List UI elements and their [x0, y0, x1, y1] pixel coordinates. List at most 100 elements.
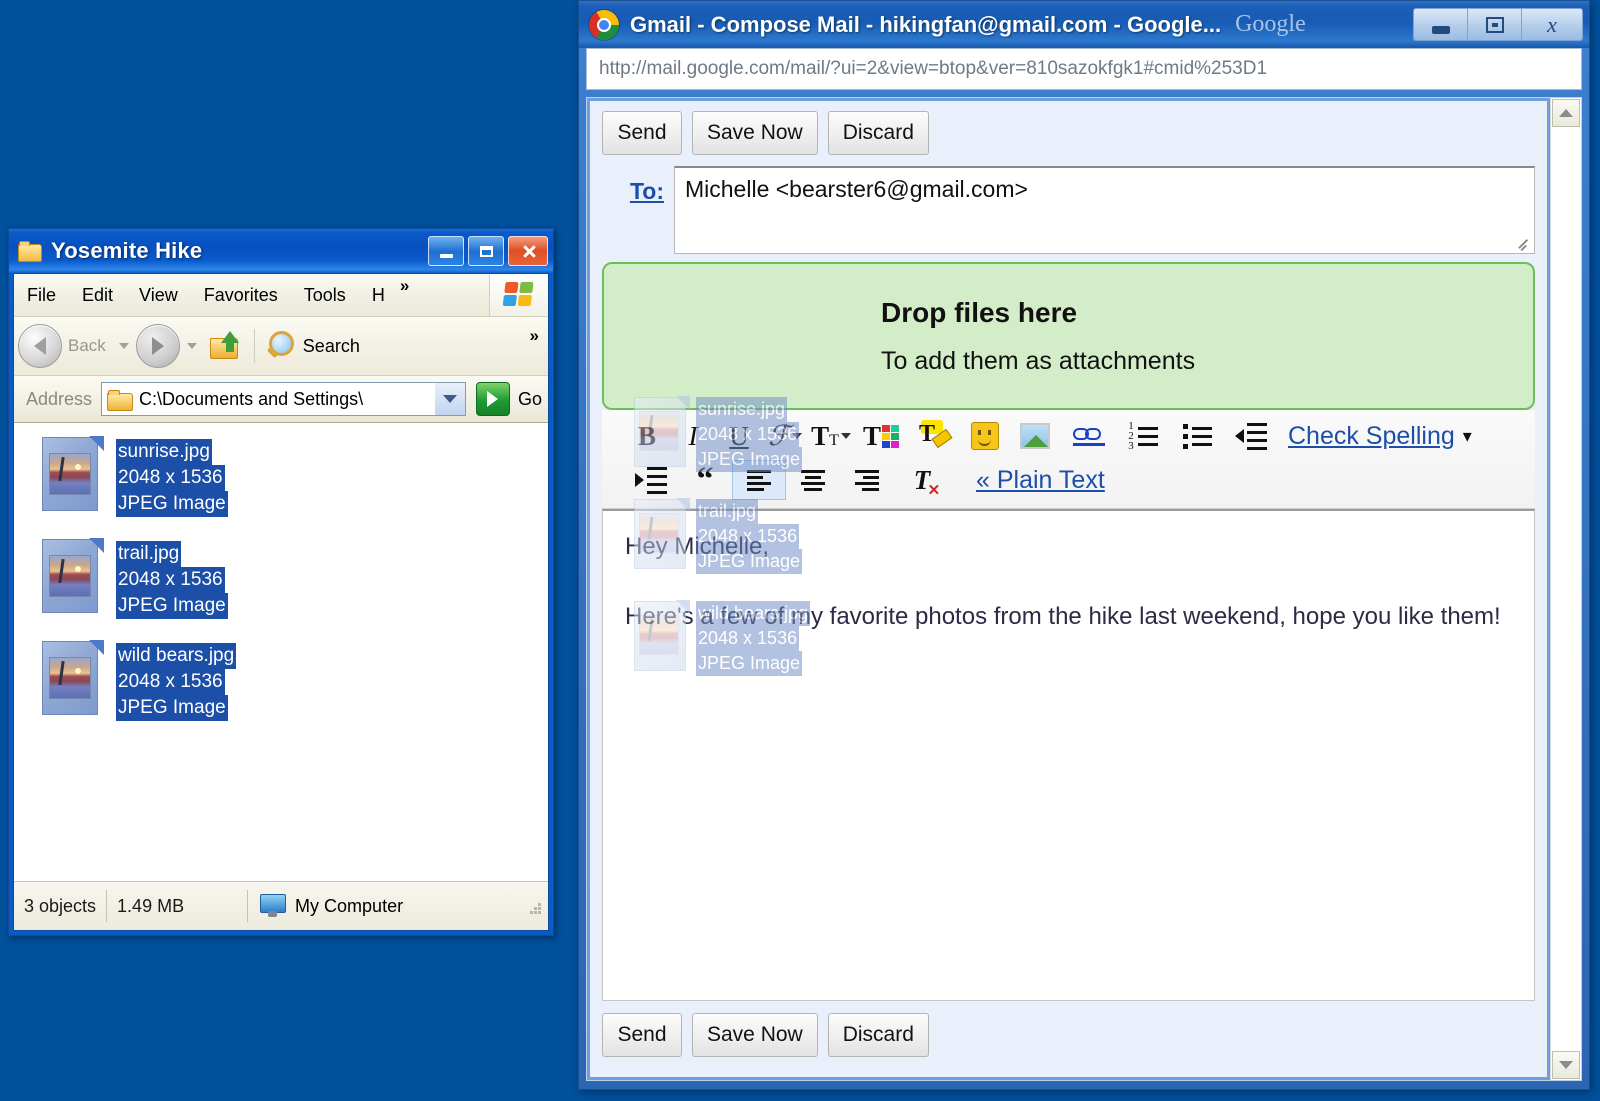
url-bar[interactable]: http://mail.google.com/mail/?ui=2&view=b…: [586, 48, 1582, 90]
browser-window[interactable]: Gmail - Compose Mail - hikingfan@gmail.c…: [578, 0, 1590, 1090]
status-bar: 3 objects 1.49 MB My Computer: [14, 881, 548, 930]
file-dimensions: 2048 x 1536: [116, 567, 225, 593]
file-labels: wild bears.jpg 2048 x 1536 JPEG Image: [116, 639, 237, 721]
close-button[interactable]: [508, 236, 548, 266]
address-input[interactable]: C:\Documents and Settings\: [101, 382, 466, 416]
jpeg-file-icon: [36, 435, 104, 515]
insert-link-icon[interactable]: [1062, 416, 1116, 456]
file-dropzone[interactable]: Drop files here To add them as attachmen…: [602, 262, 1535, 410]
status-location: My Computer: [248, 894, 415, 918]
close-button[interactable]: x: [1521, 8, 1583, 41]
go-label: Go: [517, 388, 542, 409]
save-now-button-bottom[interactable]: Save Now: [692, 1013, 818, 1057]
bold-icon[interactable]: B: [624, 416, 670, 456]
discard-button-bottom[interactable]: Discard: [827, 1013, 929, 1057]
format-toolbar[interactable]: B I U ℱ TT T T 1 2 3 Check Spelling ▾ “ …: [602, 410, 1535, 509]
to-value: Michelle <bearster6@gmail.com>: [685, 176, 1028, 202]
font-family-icon[interactable]: ℱ: [762, 416, 808, 456]
menu-item-view[interactable]: View: [126, 274, 191, 316]
list-item[interactable]: wild bears.jpg 2048 x 1536 JPEG Image: [36, 639, 548, 721]
bulleted-list-icon[interactable]: [1170, 416, 1224, 456]
font-size-icon[interactable]: TT: [808, 416, 854, 456]
scroll-up-button[interactable]: [1552, 99, 1580, 127]
save-now-button[interactable]: Save Now: [692, 111, 818, 155]
forward-dropdown-icon[interactable]: [186, 343, 197, 349]
address-bar[interactable]: Address C:\Documents and Settings\ Go: [14, 376, 548, 423]
highlight-icon[interactable]: T: [908, 416, 962, 456]
decrease-indent-icon[interactable]: [1224, 416, 1278, 456]
scrollbar-track[interactable]: [1551, 128, 1581, 1050]
file-name: trail.jpg: [116, 541, 182, 567]
scroll-down-button[interactable]: [1552, 1051, 1580, 1079]
address-dropdown-icon[interactable]: [433, 383, 465, 415]
align-center-icon[interactable]: [786, 460, 840, 500]
check-spelling-link[interactable]: Check Spelling: [1288, 422, 1455, 451]
menu-item-favorites[interactable]: Favorites: [191, 274, 291, 316]
increase-indent-icon[interactable]: [624, 460, 678, 500]
go-button[interactable]: Go: [475, 382, 542, 416]
numbered-list-icon[interactable]: 123: [1116, 416, 1170, 456]
message-body-input[interactable]: Hey Michelle, Here's a few of my favorit…: [602, 509, 1535, 1001]
align-left-icon[interactable]: [732, 460, 786, 500]
toolbar-overflow-chevron-icon[interactable]: »: [530, 326, 539, 346]
to-input[interactable]: Michelle <bearster6@gmail.com>: [674, 166, 1535, 254]
up-folder-icon[interactable]: [208, 331, 242, 361]
file-name: sunrise.jpg: [116, 439, 212, 465]
format-toolbar-row-1: B I U ℱ TT T T 1 2 3 Check Spelling ▾: [624, 414, 1529, 458]
check-spelling-caret-icon[interactable]: ▾: [1463, 426, 1472, 447]
menu-item-file[interactable]: File: [14, 274, 69, 316]
remove-formatting-icon[interactable]: T: [894, 460, 950, 500]
insert-image-icon[interactable]: [1008, 416, 1062, 456]
menu-item-tools[interactable]: Tools: [291, 274, 359, 316]
emoji-icon[interactable]: [962, 416, 1008, 456]
send-button-bottom[interactable]: Send: [602, 1013, 682, 1057]
search-icon[interactable]: [265, 330, 299, 362]
menu-overflow-chevron-icon[interactable]: »: [398, 276, 417, 296]
minimize-button[interactable]: [428, 236, 464, 266]
resize-handle-icon[interactable]: [1517, 237, 1531, 251]
quote-icon[interactable]: “: [678, 460, 732, 500]
file-type: JPEG Image: [116, 491, 228, 517]
resize-grip[interactable]: [523, 896, 543, 916]
back-dropdown-icon[interactable]: [118, 343, 129, 349]
menu-item-edit[interactable]: Edit: [69, 274, 126, 316]
browser-window-controls: x: [1413, 8, 1583, 41]
body-greeting: Hey Michelle,: [625, 533, 770, 560]
google-watermark: Google: [1235, 11, 1306, 37]
browser-titlebar[interactable]: Gmail - Compose Mail - hikingfan@gmail.c…: [579, 1, 1589, 48]
maximize-button[interactable]: [1467, 8, 1521, 41]
discard-button[interactable]: Discard: [827, 111, 929, 155]
file-type: JPEG Image: [116, 695, 228, 721]
text-color-icon[interactable]: T: [854, 416, 908, 456]
file-list[interactable]: sunrise.jpg 2048 x 1536 JPEG Image trail…: [14, 423, 548, 881]
explorer-titlebar[interactable]: Yosemite Hike: [9, 229, 553, 273]
menu-item-help[interactable]: H: [359, 274, 398, 316]
gmail-compose-page: Send Save Now Discard To: Michelle <bear…: [587, 98, 1550, 1080]
maximize-button[interactable]: [468, 236, 504, 266]
dropzone-subtitle: To add them as attachments: [881, 346, 1196, 375]
gmail-compose-inner: Send Save Now Discard To: Michelle <bear…: [590, 101, 1547, 1077]
address-label: Address: [26, 388, 93, 409]
italic-icon[interactable]: I: [670, 416, 716, 456]
message-body-text: Hey Michelle, Here's a few of my favorit…: [625, 529, 1512, 635]
page-scrollbar[interactable]: [1550, 98, 1581, 1080]
minimize-button[interactable]: [1413, 8, 1467, 41]
toolbar-divider: [253, 329, 255, 363]
forward-icon[interactable]: [135, 324, 180, 368]
plain-text-link[interactable]: « Plain Text: [976, 466, 1105, 495]
list-item[interactable]: trail.jpg 2048 x 1536 JPEG Image: [36, 537, 548, 619]
to-label[interactable]: To:: [602, 166, 674, 205]
back-label[interactable]: Back: [62, 336, 112, 356]
align-right-icon[interactable]: [840, 460, 894, 500]
explorer-menubar[interactable]: File Edit View Favorites Tools H »: [14, 274, 548, 317]
back-icon[interactable]: [18, 324, 62, 368]
list-item[interactable]: sunrise.jpg 2048 x 1536 JPEG Image: [36, 435, 548, 517]
file-labels: trail.jpg 2048 x 1536 JPEG Image: [116, 537, 228, 619]
explorer-toolbar[interactable]: Back Search »: [14, 317, 548, 376]
search-label[interactable]: Search: [303, 336, 360, 357]
jpeg-file-icon: [36, 639, 104, 719]
explorer-window[interactable]: Yosemite Hike File Edit View Favorites T…: [8, 228, 554, 936]
underline-icon[interactable]: U: [716, 416, 762, 456]
windows-logo-icon: [489, 274, 548, 316]
send-button[interactable]: Send: [602, 111, 682, 155]
